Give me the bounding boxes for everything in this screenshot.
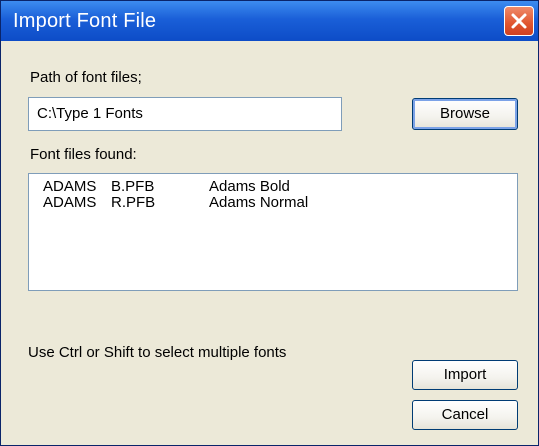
list-item[interactable]: ADAMS B.PFB Adams Bold	[29, 179, 517, 195]
found-label: Font files found:	[30, 146, 137, 163]
font-name: ADAMS	[43, 178, 97, 195]
path-label: Path of font files;	[30, 69, 142, 86]
browse-button[interactable]: Browse	[412, 98, 518, 130]
import-button[interactable]: Import	[412, 360, 518, 390]
selection-hint: Use Ctrl or Shift to select multiple fon…	[28, 344, 287, 361]
import-font-dialog: Import Font File Path of font files; C:\…	[0, 0, 539, 446]
window-title: Import Font File	[13, 10, 157, 32]
font-file: B.PFB	[111, 178, 155, 195]
font-description: Adams Normal	[209, 194, 309, 211]
font-description: Adams Bold	[209, 178, 290, 195]
font-file-list[interactable]: ADAMS B.PFB Adams Bold ADAMS R.PFB Adams…	[28, 173, 518, 291]
close-icon	[511, 13, 527, 29]
title-bar[interactable]: Import Font File	[1, 1, 538, 41]
close-button[interactable]	[504, 6, 534, 36]
font-file: R.PFB	[111, 194, 156, 211]
font-name: ADAMS	[43, 194, 97, 211]
list-item[interactable]: ADAMS R.PFB Adams Normal	[29, 195, 517, 211]
path-input[interactable]: C:\Type 1 Fonts	[28, 97, 342, 131]
cancel-button[interactable]: Cancel	[412, 400, 518, 430]
